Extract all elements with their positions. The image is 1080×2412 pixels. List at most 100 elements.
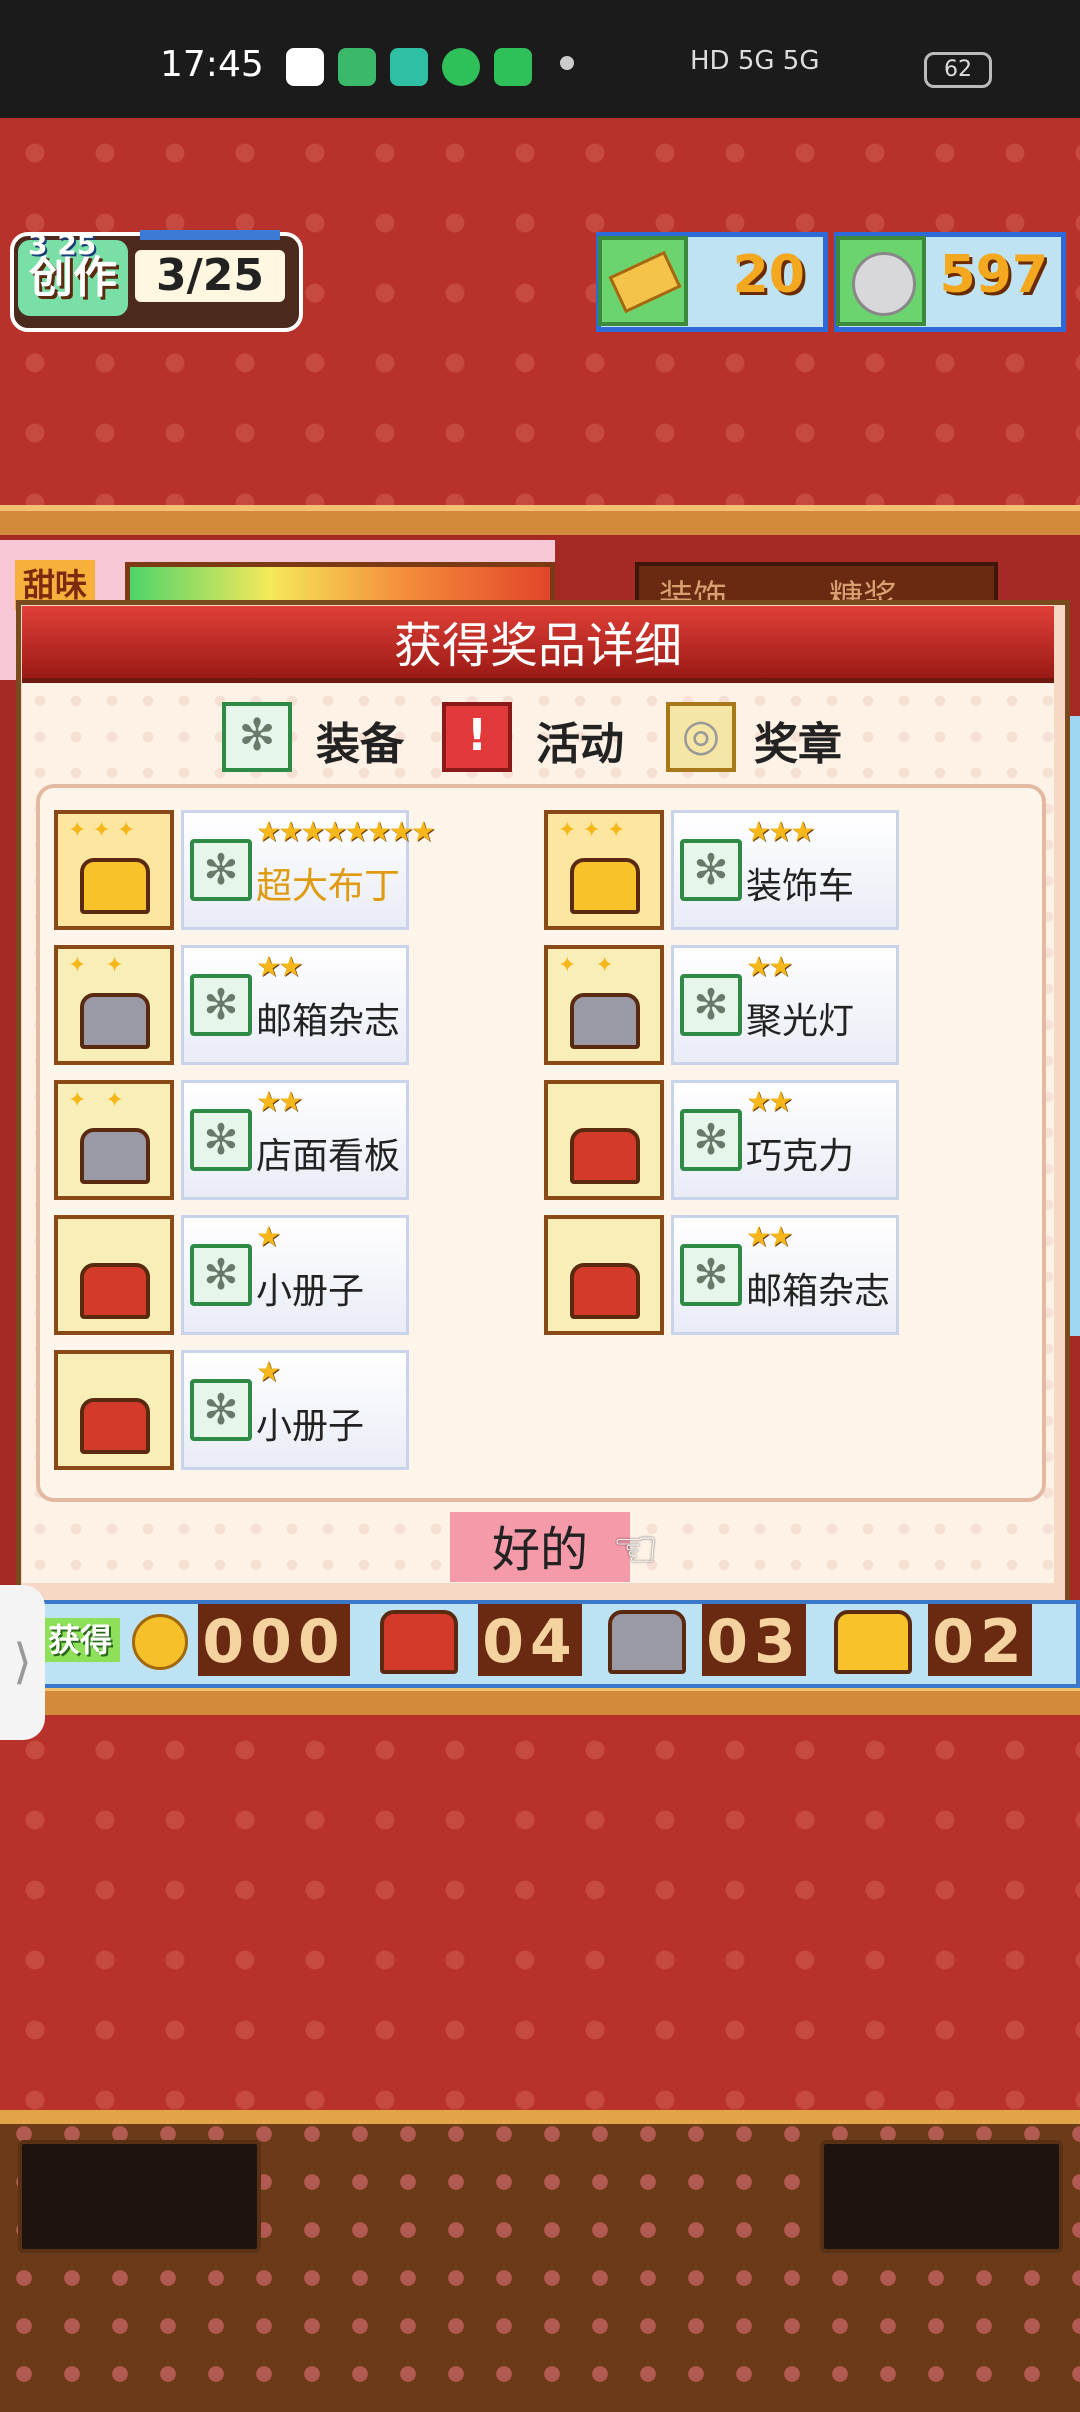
rarity-stars: ★★★ — [746, 815, 815, 848]
sparkle-icon: ✦ ✦ — [68, 1088, 130, 1113]
prize-item[interactable]: ✻ ★ 小册子 — [54, 1215, 409, 1335]
prize-item-name: 装饰车 — [746, 866, 855, 907]
red-chest-icon — [54, 1215, 174, 1335]
side-drawer-handle[interactable]: ⟩ — [0, 1585, 45, 1740]
coin-count: 597 — [939, 245, 1048, 305]
gear-icon: ✻ — [680, 1244, 742, 1306]
prize-item-name: 小册子 — [256, 1271, 365, 1312]
sparkle-icon: ✦✦✦ — [558, 818, 632, 843]
chest-body — [570, 1263, 640, 1319]
prize-item[interactable]: ✦ ✦ ✻ ★★ 聚光灯 — [544, 945, 899, 1065]
chest-body — [570, 858, 640, 914]
upload-icon — [442, 48, 480, 86]
prize-item-info: ✻ ★ 小册子 — [181, 1215, 409, 1335]
right-slot-button[interactable] — [820, 2140, 1063, 2253]
rarity-stars: ★★ — [746, 1085, 793, 1118]
gear-icon: ✻ — [680, 974, 742, 1036]
prize-item-name: 巧克力 — [746, 1136, 855, 1177]
coin-counter: 000 — [198, 1604, 350, 1677]
legend-event: 活动 — [536, 719, 624, 770]
chest-body — [80, 1128, 150, 1184]
chest-body — [570, 1128, 640, 1184]
gear-icon: ✻ — [680, 1109, 742, 1171]
ok-button[interactable]: 好的 — [450, 1512, 630, 1582]
battery-icon: 62 — [924, 52, 992, 88]
red-chest-icon — [380, 1610, 458, 1674]
rarity-stars: ★ — [256, 1355, 281, 1388]
rarity-stars: ★★ — [256, 1085, 303, 1118]
prize-item-info: ✻ ★ 小册子 — [181, 1350, 409, 1470]
silver-chest-icon: ✦ ✦ — [54, 1080, 174, 1200]
create-progress: 3/25 — [135, 250, 285, 302]
rarity-stars: ★★ — [256, 950, 303, 983]
chat-bubble-icon — [390, 48, 428, 86]
message-app-icon — [286, 48, 324, 86]
gear-icon: ✻ — [190, 974, 252, 1036]
prize-item-info: ✻ ★★ 聚光灯 — [671, 945, 899, 1065]
medal-icon: ◎ — [666, 702, 736, 772]
gear-icon: ✻ — [190, 839, 252, 901]
prize-item-info: ✻ ★★ 邮箱杂志 — [671, 1215, 899, 1335]
prize-item-name: 邮箱杂志 — [746, 1271, 891, 1312]
sparkle-icon: ✦ ✦ — [68, 953, 130, 978]
prize-item-info: ✻ ★★ 店面看板 — [181, 1080, 409, 1200]
prize-item-name: 店面看板 — [256, 1136, 401, 1177]
left-slot-button[interactable] — [18, 2140, 261, 2253]
prize-item[interactable]: ✻ ★★ 邮箱杂志 — [544, 1215, 899, 1335]
prize-item-name: 邮箱杂志 — [256, 1001, 401, 1042]
rarity-stars: ★★ — [746, 950, 793, 983]
prize-item[interactable]: ✻ ★★ 巧克力 — [544, 1080, 899, 1200]
chest-body — [80, 1398, 150, 1454]
red-chest-icon — [544, 1080, 664, 1200]
gold-chest-counter: 02 — [928, 1604, 1032, 1677]
table-edge — [0, 2110, 1080, 2124]
dialog-title: 获得奖品详细 — [393, 618, 682, 674]
legend-medal: 奖章 — [754, 719, 842, 770]
phone-icon — [494, 48, 532, 86]
sparkle-icon: ✦✦✦ — [68, 818, 142, 843]
create-progress-bar — [140, 230, 280, 240]
gear-icon: ✻ — [222, 702, 292, 772]
sparkle-icon: ✦ ✦ — [558, 953, 620, 978]
prize-item[interactable]: ✦✦✦ ✻ ★★★★★★★★ 超大布丁 — [54, 810, 436, 930]
gold-chest-icon: ✦✦✦ — [544, 810, 664, 930]
silver-chest-counter: 03 — [702, 1604, 806, 1677]
prize-item-info: ✻ ★★ 邮箱杂志 — [181, 945, 409, 1065]
prize-item-name: 聚光灯 — [746, 1001, 855, 1042]
red-chest-icon — [544, 1215, 664, 1335]
status-network-text: HD 5G 5G — [690, 46, 820, 76]
obtained-label: 获得 — [40, 1618, 120, 1662]
prize-item-name: 超大布丁 — [256, 866, 401, 907]
silver-chest-icon — [608, 1610, 686, 1674]
chest-body — [80, 1263, 150, 1319]
silver-chest-icon: ✦ ✦ — [54, 945, 174, 1065]
prize-item-info: ✻ ★★★★★★★★ 超大布丁 — [181, 810, 436, 930]
prize-item-name: 小册子 — [256, 1406, 365, 1447]
prize-item[interactable]: ✦ ✦ ✻ ★★ 店面看板 — [54, 1080, 409, 1200]
gear-icon: ✻ — [680, 839, 742, 901]
gold-chest-icon: ✦✦✦ — [54, 810, 174, 930]
legend-equipment: 装备 — [316, 719, 404, 770]
rarity-stars: ★★ — [746, 1220, 793, 1253]
prize-item[interactable]: ✻ ★ 小册子 — [54, 1350, 409, 1470]
silver-chest-icon: ✦ ✦ — [544, 945, 664, 1065]
gold-chest-icon — [834, 1610, 912, 1674]
wallpaper-bottom — [0, 1715, 1080, 2110]
coin-medal-icon — [132, 1614, 188, 1670]
dot-icon — [560, 56, 574, 70]
gear-icon: ✻ — [190, 1109, 252, 1171]
prize-item[interactable]: ✦✦✦ ✻ ★★★ 装饰车 — [544, 810, 899, 930]
chat-app-icon — [338, 48, 376, 86]
pointing-hand-icon: ☜ — [612, 1520, 659, 1580]
prize-item-info: ✻ ★★ 巧克力 — [671, 1080, 899, 1200]
red-chest-counter: 04 — [478, 1604, 582, 1677]
ticket-icon — [598, 236, 688, 326]
red-chest-icon — [54, 1350, 174, 1470]
ticket-count: 20 — [732, 245, 805, 305]
gear-icon: ✻ — [190, 1379, 252, 1441]
prize-item-info: ✻ ★★★ 装饰车 — [671, 810, 899, 930]
gear-icon: ✻ — [190, 1244, 252, 1306]
chest-body — [80, 993, 150, 1049]
prize-item[interactable]: ✦ ✦ ✻ ★★ 邮箱杂志 — [54, 945, 409, 1065]
rarity-stars: ★★★★★★★★ — [256, 815, 436, 848]
